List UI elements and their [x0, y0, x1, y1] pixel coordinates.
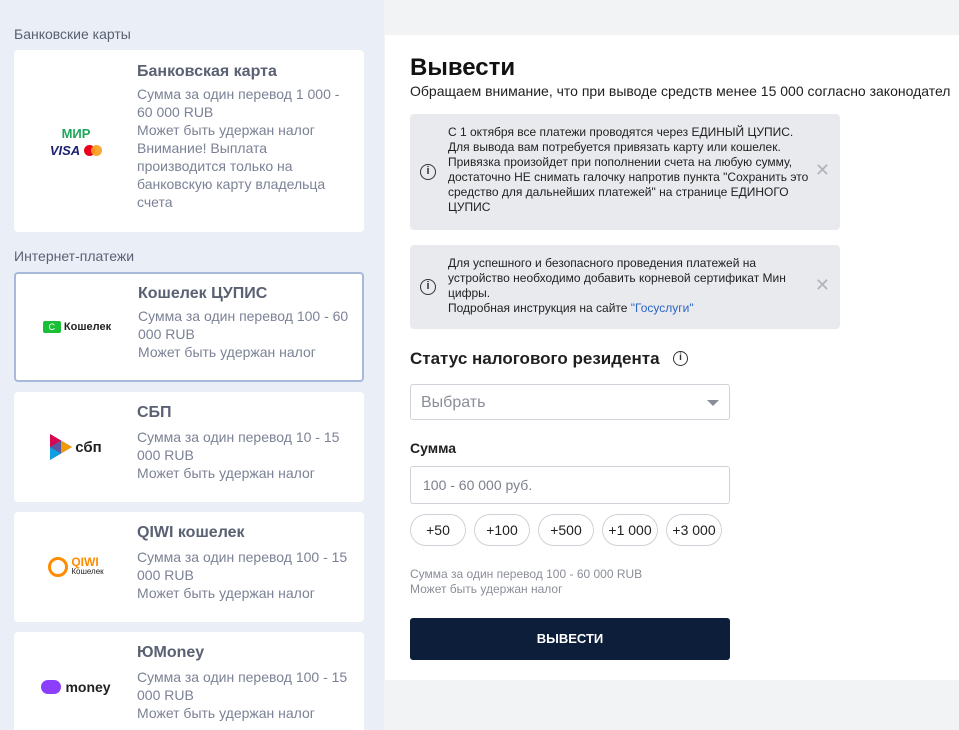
- qiwi-icon: QIWI Кошелек: [15, 513, 137, 621]
- quick-amount-chips: +50 +100 +500 +1 000 +3 000: [410, 514, 722, 546]
- section-title-bank-cards: Банковские карты: [14, 26, 131, 42]
- method-bank-card[interactable]: МИР VISA Банковская карта Сумма за один …: [14, 50, 364, 232]
- chip-500[interactable]: +500: [538, 514, 594, 546]
- close-icon[interactable]: ✕: [815, 275, 830, 296]
- alert-text: Для успешного и безопасного проведения п…: [448, 256, 786, 315]
- select-placeholder: Выбрать: [421, 394, 486, 411]
- withdraw-panel: Вывести Обращаем внимание, что при вывод…: [385, 35, 959, 680]
- method-sbp[interactable]: сбп СБП Сумма за один перевод 10 - 15 00…: [14, 392, 364, 502]
- method-description: Сумма за один перевод 100 - 15 000 RUB М…: [137, 549, 348, 601]
- info-icon: i: [420, 279, 436, 295]
- tax-status-label: Статус налогового резидента: [410, 349, 660, 368]
- amount-hint: Сумма за один перевод 100 - 60 000 RUB М…: [410, 567, 643, 596]
- info-icon[interactable]: i: [673, 351, 688, 366]
- withdraw-button[interactable]: ВЫВЕСТИ: [410, 618, 730, 660]
- chip-3000[interactable]: +3 000: [666, 514, 722, 546]
- yumoney-icon: money: [15, 633, 137, 730]
- method-tsupis-wallet[interactable]: C Кошелек Кошелек ЦУПИС Сумма за один пер…: [14, 272, 364, 382]
- page-title: Вывести: [410, 54, 516, 81]
- amount-label: Сумма: [410, 440, 457, 456]
- amount-input[interactable]: [410, 466, 730, 504]
- tax-notice: Обращаем внимание, что при выводе средст…: [410, 83, 951, 99]
- method-title: ЮMoney: [137, 644, 205, 661]
- chevron-down-icon: [707, 400, 719, 406]
- method-title: СБП: [137, 404, 172, 421]
- alert-tsupis: i С 1 октября все платежи проводятся чер…: [410, 114, 840, 230]
- close-icon[interactable]: ✕: [815, 160, 830, 181]
- gosuslugi-link[interactable]: "Госуслуги": [631, 301, 694, 315]
- tsupis-wallet-icon: C Кошелек: [16, 274, 138, 380]
- chip-100[interactable]: +100: [474, 514, 530, 546]
- alert-text: С 1 октября все платежи проводятся через…: [448, 125, 809, 214]
- method-description: Сумма за один перевод 1 000 - 60 000 RUB…: [137, 86, 340, 210]
- alert-certificate: i Для успешного и безопасного проведения…: [410, 245, 840, 329]
- sbp-icon: сбп: [15, 393, 137, 501]
- mir-visa-mastercard-icon: МИР VISA: [15, 51, 137, 233]
- method-description: Сумма за один перевод 10 - 15 000 RUB Мо…: [137, 429, 340, 481]
- payment-methods-panel: Банковские карты МИР VISA Банковская кар…: [0, 0, 384, 730]
- method-title: QIWI кошелек: [137, 524, 245, 541]
- method-yumoney[interactable]: money ЮMoney Сумма за один перевод 100 -…: [14, 632, 364, 730]
- method-title: Банковская карта: [137, 63, 277, 80]
- section-title-internet-payments: Интернет-платежи: [14, 248, 135, 264]
- chip-1000[interactable]: +1 000: [602, 514, 658, 546]
- info-icon: i: [420, 164, 436, 180]
- tax-status-select[interactable]: Выбрать: [410, 384, 730, 420]
- method-title: Кошелек ЦУПИС: [138, 285, 268, 302]
- method-qiwi[interactable]: QIWI Кошелек QIWI кошелек Сумма за один п…: [14, 512, 364, 622]
- chip-50[interactable]: +50: [410, 514, 466, 546]
- method-description: Сумма за один перевод 100 - 15 000 RUB М…: [137, 669, 348, 721]
- method-description: Сумма за один перевод 100 - 60 000 RUB М…: [138, 308, 349, 360]
